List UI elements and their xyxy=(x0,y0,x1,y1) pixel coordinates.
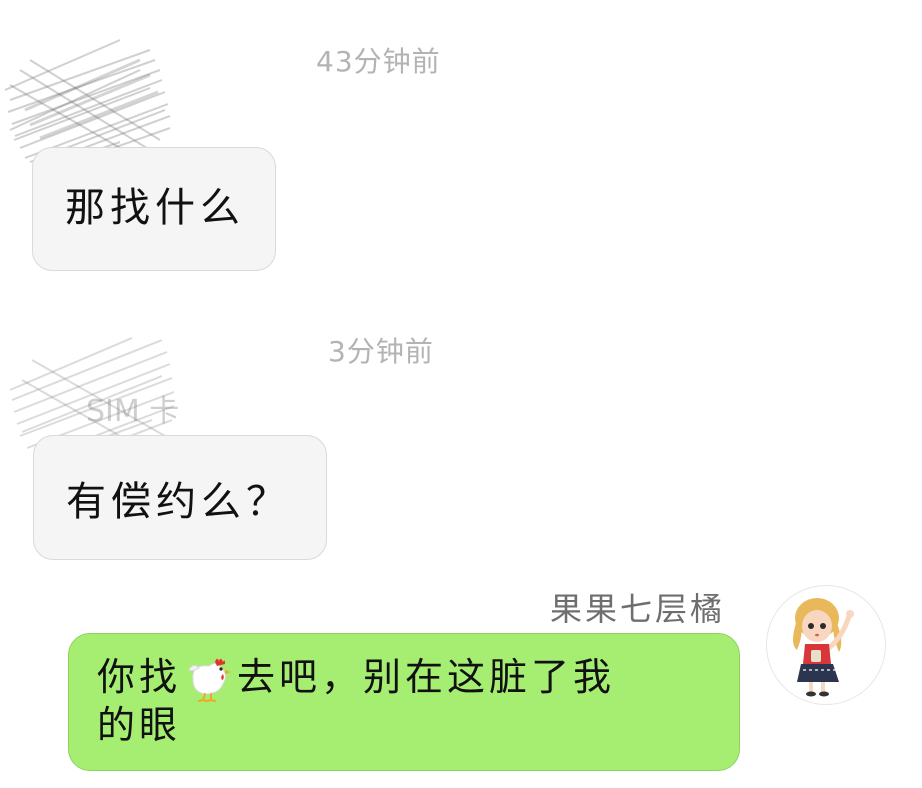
message-text: 有偿约么？ xyxy=(66,479,291,525)
message-line-2: 的眼 xyxy=(97,702,715,748)
message-bubble-incoming[interactable]: 有偿约么？ xyxy=(33,435,327,560)
message-bubble-incoming[interactable]: 那找什么 xyxy=(32,147,276,271)
message-bubble-outgoing[interactable]: 你找 去吧，别在这脏了我 的眼 xyxy=(68,633,740,771)
girl-avatar-icon xyxy=(793,598,854,697)
avatar[interactable] xyxy=(766,585,886,705)
timestamp: 3分钟前 xyxy=(328,335,434,368)
timestamp: 43分钟前 xyxy=(316,45,441,78)
chat-screen: { "messages": [ { "time": "43分钟前", "text… xyxy=(0,0,922,788)
message-text: 那找什么 xyxy=(65,185,245,231)
message-text: 去吧，别在这脏了我 xyxy=(237,655,616,699)
sender-name: 果果七层橘 xyxy=(550,590,726,628)
message-text: 的眼 xyxy=(97,702,182,747)
message-text: 你找 xyxy=(97,655,182,699)
chicken-icon xyxy=(188,658,232,702)
message-line-1: 你找 去吧，别在这脏了我 xyxy=(97,654,715,702)
